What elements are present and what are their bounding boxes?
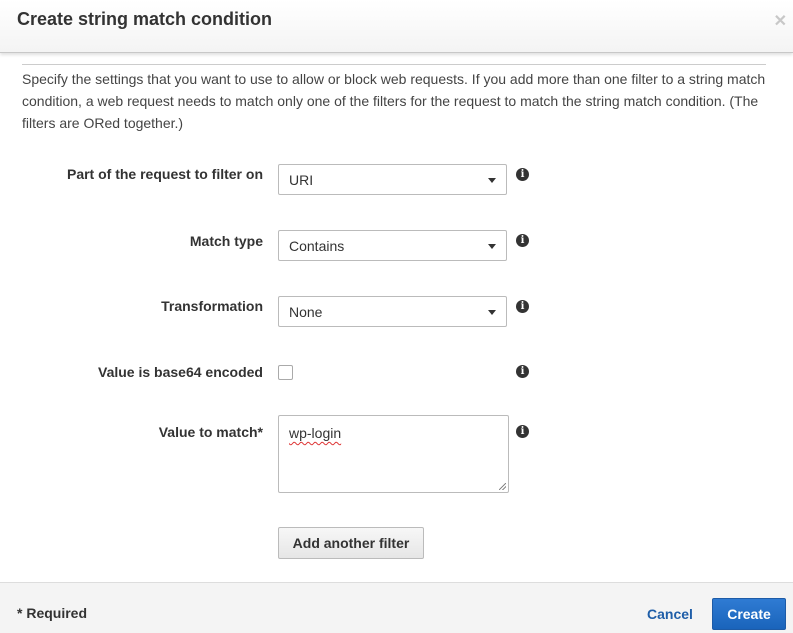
- info-icon[interactable]: i: [516, 168, 529, 181]
- info-icon[interactable]: i: [516, 300, 529, 313]
- base64-label: Value is base64 encoded: [98, 364, 263, 380]
- chevron-down-icon: [488, 178, 496, 183]
- form-description: Specify the settings that you want to us…: [22, 71, 766, 131]
- part-of-request-value: URI: [289, 172, 314, 188]
- match-type-select[interactable]: Contains: [278, 230, 507, 261]
- value-to-match-text: wp-login: [289, 425, 342, 441]
- match-type-value: Contains: [289, 238, 345, 254]
- transformation-value: None: [289, 304, 323, 320]
- dialog-header: Create string match condition ✕: [0, 0, 793, 53]
- base64-checkbox[interactable]: [278, 365, 293, 380]
- chevron-down-icon: [488, 244, 496, 249]
- dialog-title: Create string match condition: [17, 9, 273, 29]
- part-of-request-select[interactable]: URI: [278, 164, 507, 195]
- add-another-filter-button[interactable]: Add another filter: [278, 527, 424, 559]
- cancel-button[interactable]: Cancel: [647, 606, 693, 622]
- part-of-request-label: Part of the request to filter on: [66, 166, 263, 182]
- transformation-label: Transformation: [161, 298, 263, 314]
- resize-handle-icon[interactable]: [499, 483, 506, 490]
- create-button[interactable]: Create: [712, 598, 786, 630]
- match-type-label: Match type: [189, 233, 263, 249]
- transformation-select[interactable]: None: [278, 296, 507, 327]
- section-divider: [22, 64, 766, 65]
- info-icon[interactable]: i: [516, 425, 529, 438]
- required-note: * Required: [17, 605, 88, 621]
- dialog-footer: * Required Cancel Create: [0, 582, 793, 633]
- info-icon[interactable]: i: [516, 365, 529, 378]
- value-to-match-input[interactable]: wp-login: [278, 415, 509, 493]
- chevron-down-icon: [488, 310, 496, 315]
- close-icon[interactable]: ✕: [774, 14, 787, 30]
- info-icon[interactable]: i: [516, 234, 529, 247]
- dialog-body: Specify the settings that you want to us…: [0, 53, 793, 582]
- create-string-match-dialog: Create string match condition ✕ Specify …: [0, 0, 793, 633]
- value-to-match-label: Value to match*: [158, 424, 263, 440]
